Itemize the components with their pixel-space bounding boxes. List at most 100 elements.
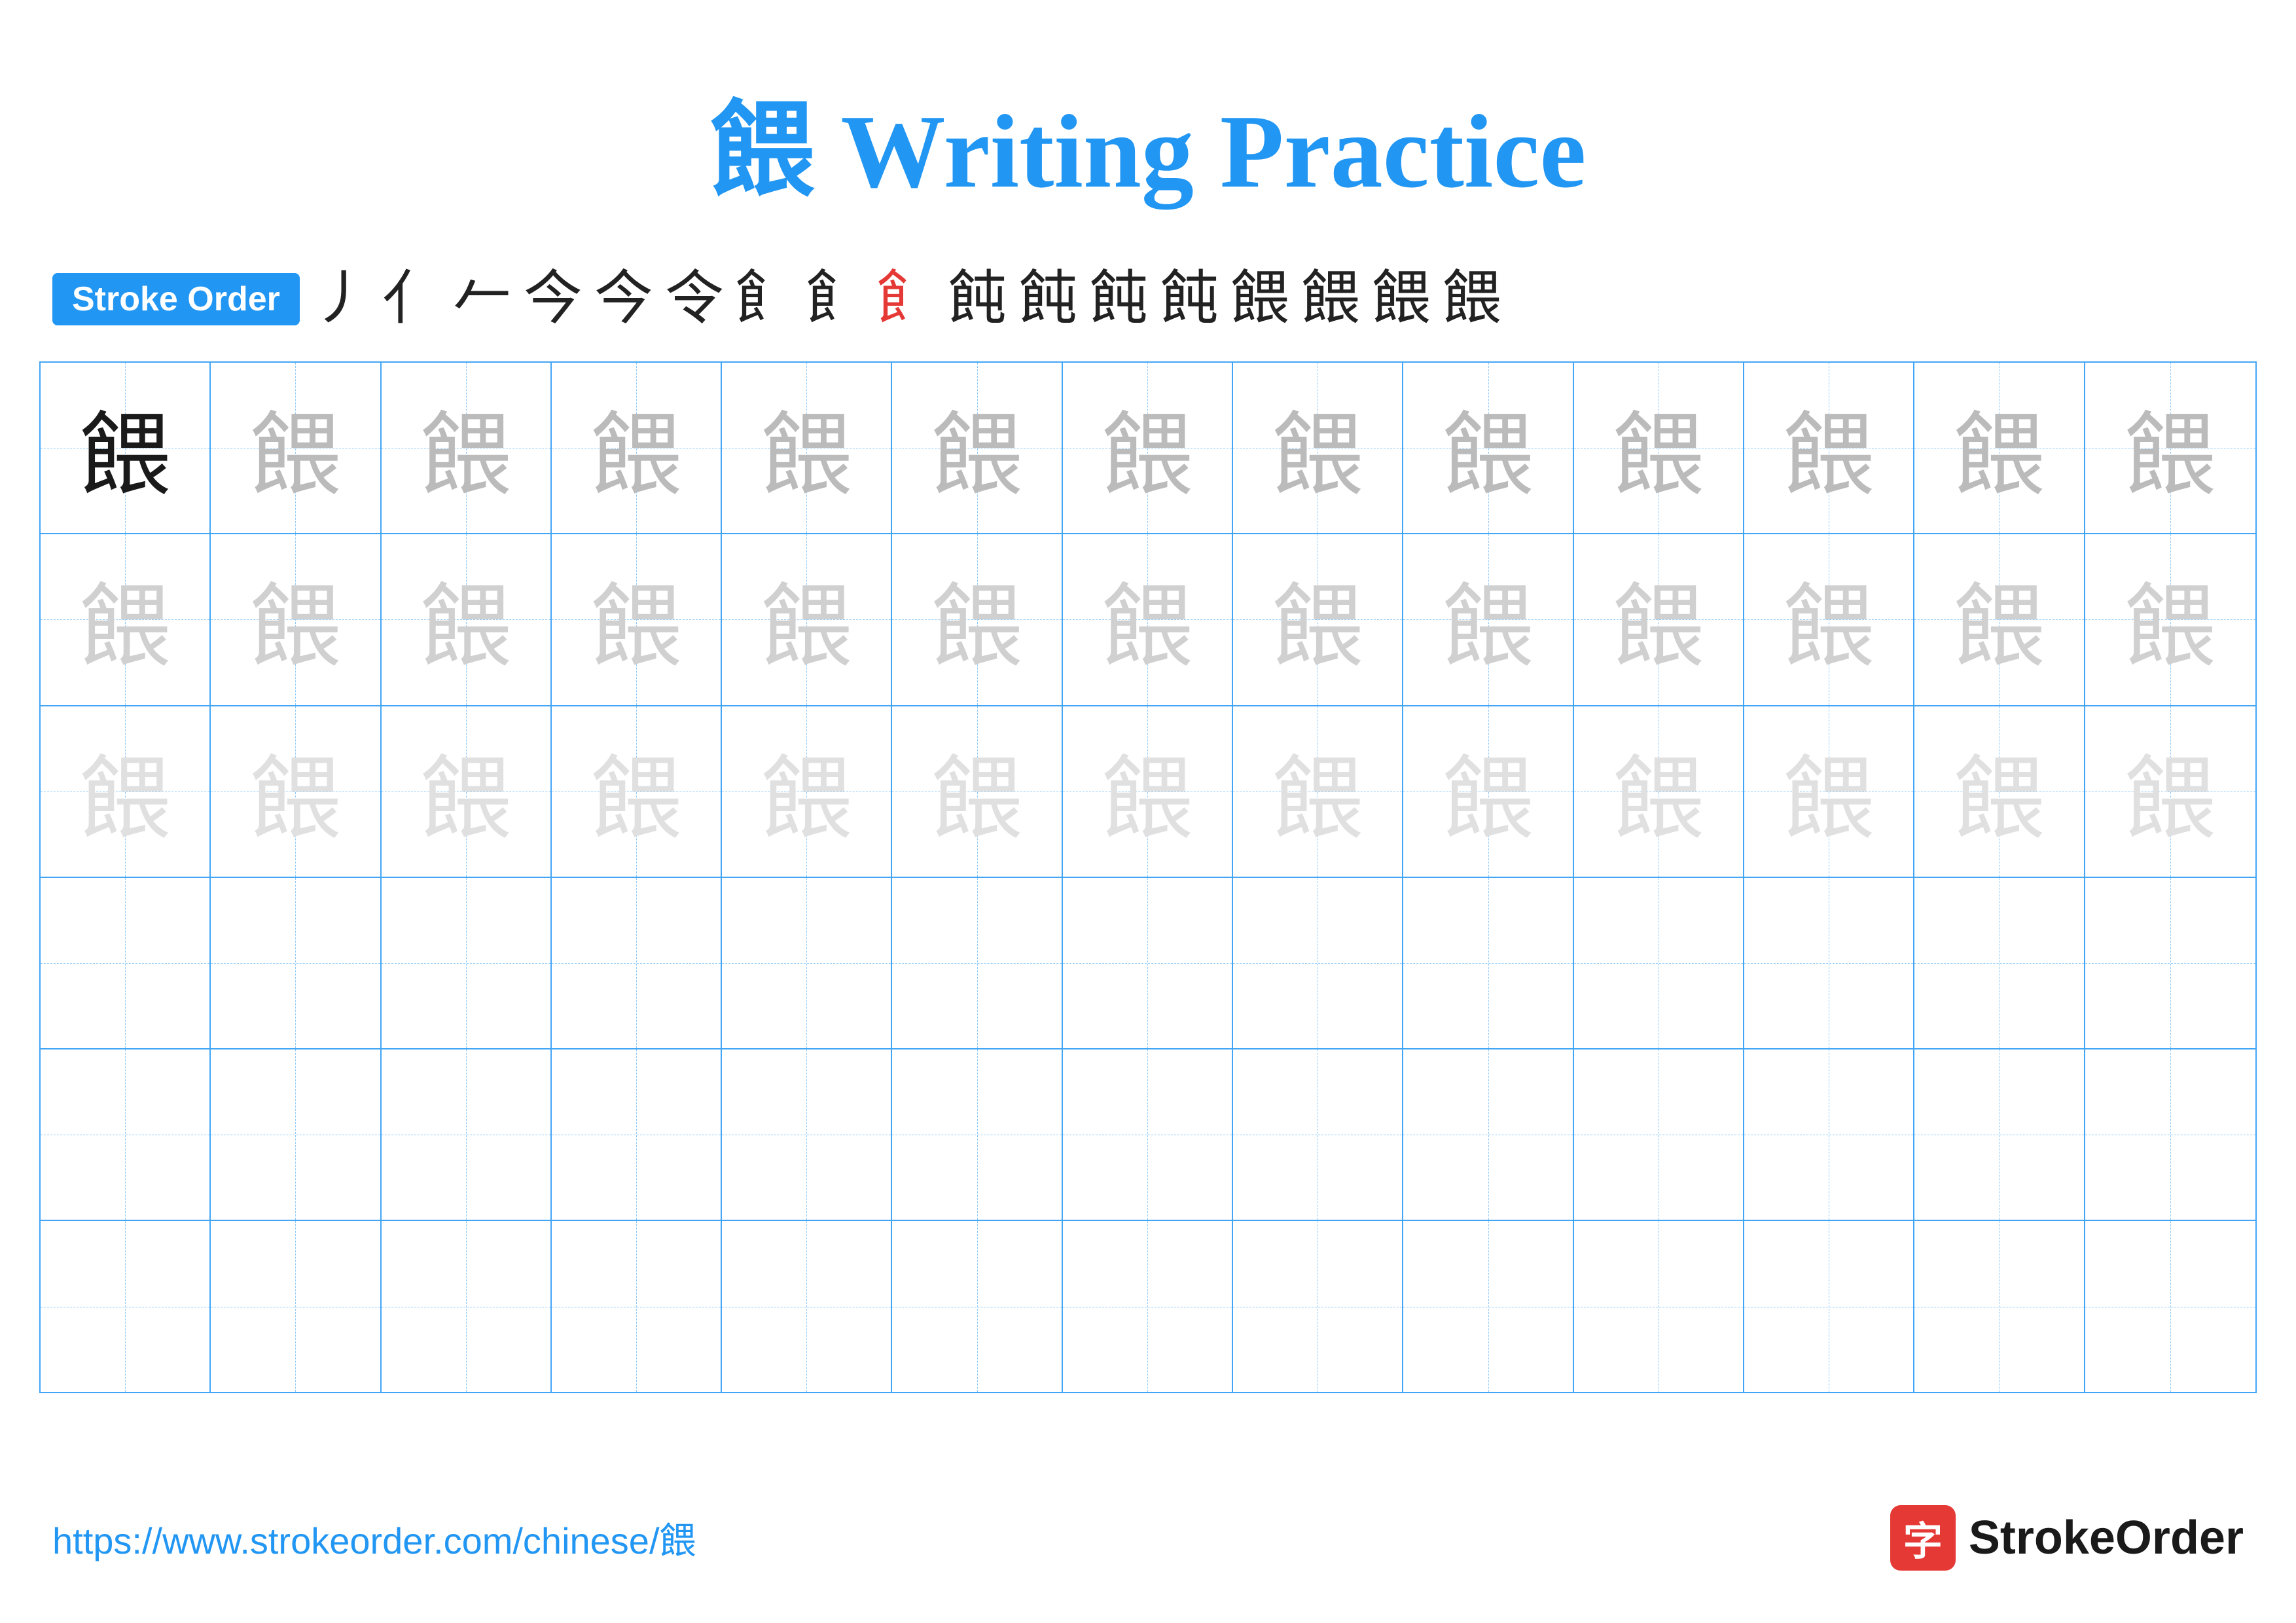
stroke-17: 餵 [1443, 270, 1501, 329]
grid-cell: 餵 [41, 363, 211, 533]
grid-cell [211, 1049, 381, 1220]
grid-cell [2085, 1049, 2255, 1220]
grid-cell: 餵 [1233, 706, 1403, 877]
title-section: 餵 Writing Practice [0, 0, 2296, 257]
grid-cell: 餵 [41, 706, 211, 877]
grid-cell: 餵 [1233, 363, 1403, 533]
grid-cell: 餵 [1063, 534, 1233, 704]
grid-cell: 餵 [2085, 534, 2255, 704]
grid-cell [41, 878, 211, 1048]
stroke-5: 今 [594, 270, 653, 329]
stroke-11: 飩 [1018, 270, 1077, 329]
stroke-6: 令 [665, 270, 724, 329]
grid-cell [892, 878, 1062, 1048]
grid-cell [892, 1049, 1062, 1220]
grid-cell [722, 1049, 892, 1220]
grid-cell [1574, 1049, 1744, 1220]
grid-cell: 餵 [552, 363, 722, 533]
stroke-8: 飠 [806, 270, 865, 329]
grid-cell: 餵 [552, 534, 722, 704]
stroke-order-row: Stroke Order 丿 亻 𠂉 今 今 令 飠 飠 飠 飩 飩 飩 飩 餵… [0, 257, 2296, 342]
grid-cell [1063, 878, 1233, 1048]
grid-cell: 餵 [1914, 534, 2085, 704]
stroke-4: 今 [524, 270, 583, 329]
grid-cell [1914, 1221, 2085, 1391]
grid-cell: 餵 [2085, 363, 2255, 533]
logo-label: StrokeOrder [1969, 1511, 2244, 1565]
grid-cell: 餵 [382, 706, 552, 877]
grid-cell: 餵 [211, 363, 381, 533]
grid-cell: 餵 [382, 363, 552, 533]
stroke-10: 飩 [948, 270, 1007, 329]
grid-cell: 餵 [1063, 363, 1233, 533]
grid-row-5 [41, 1049, 2255, 1221]
grid-cell [1744, 1221, 1914, 1391]
grid-cell: 餵 [1744, 363, 1914, 533]
grid-row-4 [41, 878, 2255, 1049]
grid-cell [1233, 878, 1403, 1048]
grid-cell [892, 1221, 1062, 1391]
grid-cell [211, 878, 381, 1048]
grid-cell: 餵 [382, 534, 552, 704]
grid-cell [1744, 878, 1914, 1048]
footer: https://www.strokeorder.com/chinese/餵 字 … [0, 1505, 2296, 1571]
grid-cell [1914, 1049, 2085, 1220]
page-title: 餵 Writing Practice [710, 93, 1587, 210]
footer-logo: 字 StrokeOrder [1890, 1505, 2244, 1571]
grid-row-3: 餵 餵 餵 餵 餵 餵 餵 餵 餵 餵 餵 餵 餵 [41, 706, 2255, 878]
stroke-14: 餵 [1230, 270, 1289, 329]
grid-cell: 餵 [1574, 363, 1744, 533]
grid-cell [2085, 1221, 2255, 1391]
grid-cell: 餵 [1233, 534, 1403, 704]
grid-row-2: 餵 餵 餵 餵 餵 餵 餵 餵 餵 餵 餵 餵 餵 [41, 534, 2255, 706]
grid-cell [1744, 1049, 1914, 1220]
grid-cell: 餵 [1403, 363, 1573, 533]
logo-icon: 字 [1890, 1505, 1956, 1571]
grid-cell [1574, 1221, 1744, 1391]
stroke-2: 亻 [382, 270, 441, 329]
grid-cell [1574, 878, 1744, 1048]
practice-grid: 餵 餵 餵 餵 餵 餵 餵 餵 餵 餵 餵 餵 餵 餵 餵 餵 餵 餵 餵 餵 … [39, 361, 2257, 1393]
stroke-15: 餵 [1301, 270, 1360, 329]
grid-cell: 餵 [1063, 706, 1233, 877]
grid-cell [1233, 1049, 1403, 1220]
footer-url: https://www.strokeorder.com/chinese/餵 [52, 1512, 696, 1565]
grid-cell: 餵 [211, 534, 381, 704]
grid-cell: 餵 [1914, 363, 2085, 533]
grid-cell [382, 1049, 552, 1220]
grid-cell [1403, 1049, 1573, 1220]
grid-cell: 餵 [892, 534, 1062, 704]
grid-cell: 餵 [1403, 706, 1573, 877]
grid-cell: 餵 [892, 363, 1062, 533]
grid-cell [722, 878, 892, 1048]
grid-cell: 餵 [552, 706, 722, 877]
grid-cell [2085, 878, 2255, 1048]
grid-cell [552, 1221, 722, 1391]
stroke-3: 𠂉 [453, 270, 512, 329]
grid-cell [1233, 1221, 1403, 1391]
stroke-7: 飠 [736, 270, 795, 329]
stroke-9: 飠 [877, 270, 936, 329]
grid-cell [552, 1049, 722, 1220]
stroke-1: 丿 [312, 270, 370, 329]
grid-cell: 餵 [2085, 706, 2255, 877]
grid-cell [211, 1221, 381, 1391]
grid-cell: 餵 [892, 706, 1062, 877]
grid-cell: 餵 [211, 706, 381, 877]
grid-cell: 餵 [1574, 706, 1744, 877]
stroke-13: 飩 [1160, 270, 1219, 329]
grid-row-1: 餵 餵 餵 餵 餵 餵 餵 餵 餵 餵 餵 餵 餵 [41, 363, 2255, 534]
grid-cell [1063, 1221, 1233, 1391]
grid-cell: 餵 [1403, 534, 1573, 704]
grid-cell [41, 1049, 211, 1220]
grid-cell [1914, 878, 2085, 1048]
grid-cell [1063, 1049, 1233, 1220]
grid-row-6 [41, 1221, 2255, 1391]
grid-cell: 餵 [1574, 534, 1744, 704]
stroke-12: 飩 [1089, 270, 1148, 329]
grid-cell: 餵 [1744, 534, 1914, 704]
grid-cell: 餵 [722, 363, 892, 533]
grid-cell: 餵 [1744, 706, 1914, 877]
grid-cell [552, 878, 722, 1048]
stroke-order-badge: Stroke Order [52, 273, 300, 325]
